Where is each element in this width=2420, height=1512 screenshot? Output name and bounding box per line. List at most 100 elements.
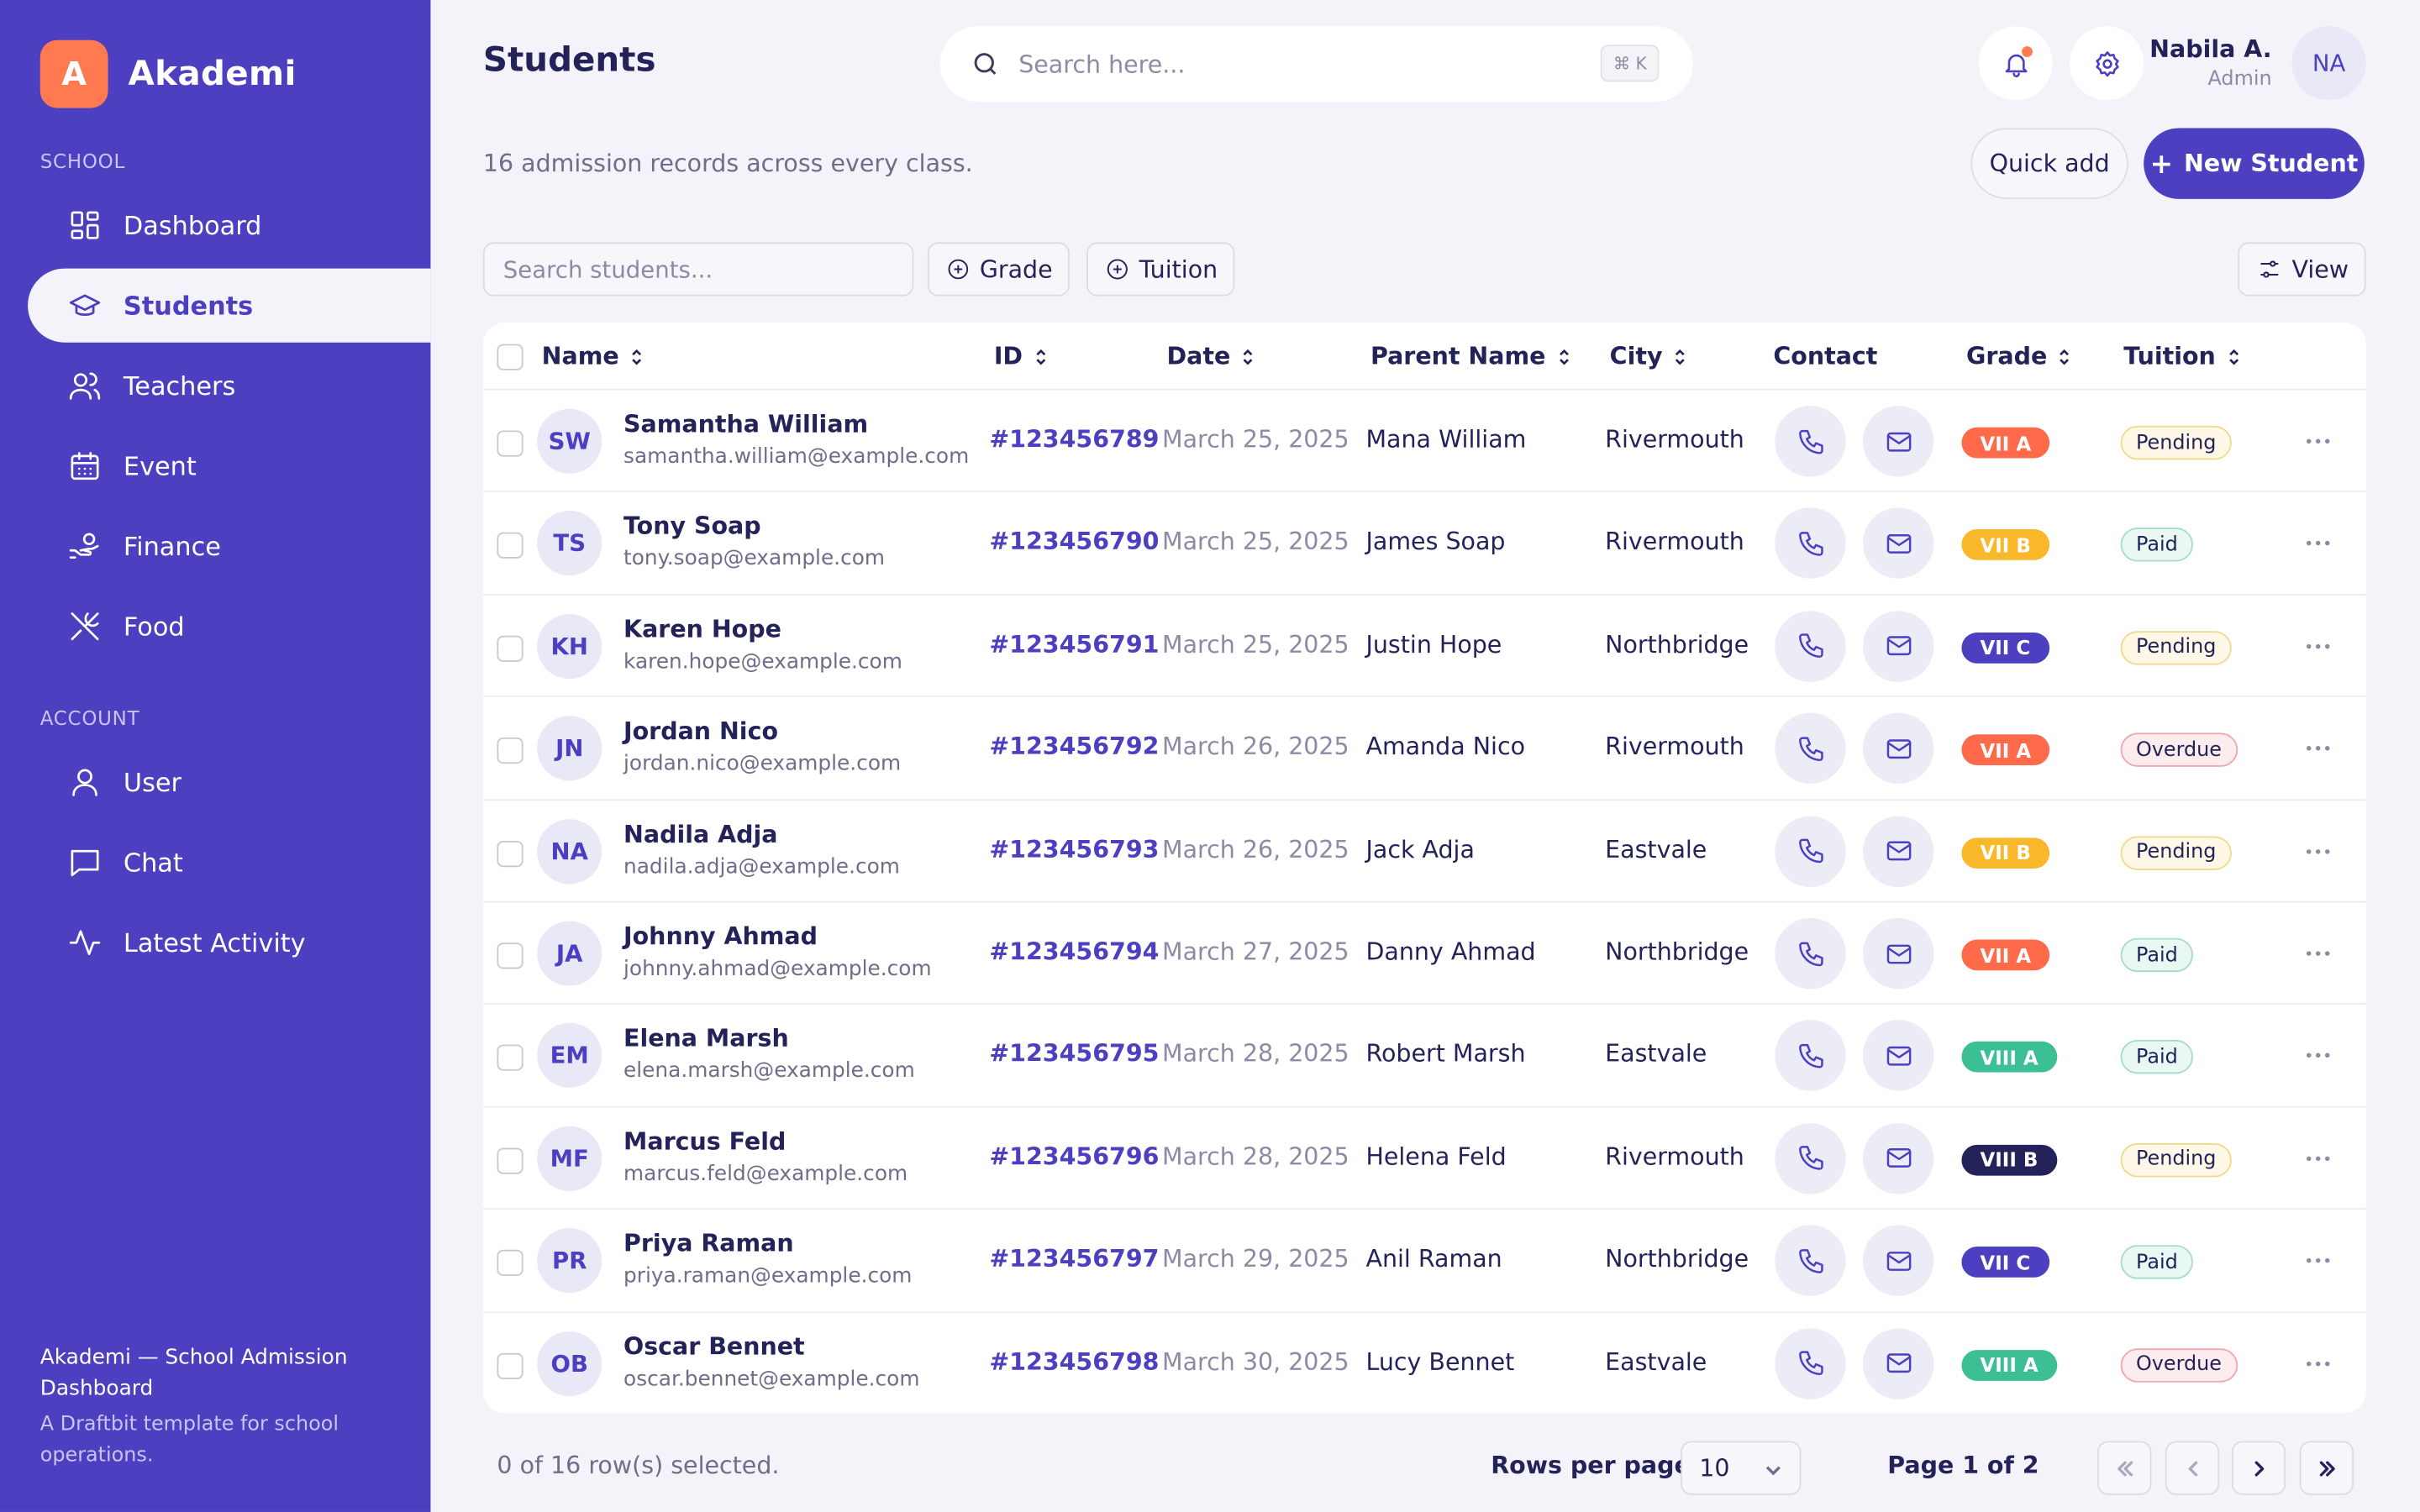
student-name[interactable]: Elena Marsh: [623, 1025, 789, 1053]
table-row[interactable]: MF Marcus Feld marcus.feld@example.com #123…: [482, 1107, 2366, 1210]
call-button[interactable]: [1775, 610, 1846, 682]
call-button[interactable]: [1775, 815, 1846, 887]
row-actions-button[interactable]: [2302, 631, 2335, 662]
notifications-button[interactable]: [1978, 26, 2053, 101]
view-options-button[interactable]: View: [2238, 242, 2366, 297]
sidebar-item-food[interactable]: Food: [28, 590, 430, 664]
sidebar-item-students[interactable]: Students: [28, 268, 431, 343]
brand[interactable]: A Akademi: [39, 39, 297, 108]
previous-page-button[interactable]: [2165, 1441, 2220, 1495]
column-header-grade[interactable]: Grade: [1966, 323, 2075, 391]
student-filter-input[interactable]: [482, 242, 914, 297]
call-button[interactable]: [1775, 917, 1846, 990]
student-name[interactable]: Jordan Nico: [623, 717, 778, 745]
table-row[interactable]: EM Elena Marsh elena.marsh@example.com #123…: [482, 1005, 2366, 1108]
student-name[interactable]: Marcus Feld: [623, 1127, 786, 1155]
call-button[interactable]: [1775, 1327, 1846, 1399]
column-header-date[interactable]: Date: [1167, 323, 1259, 391]
student-id[interactable]: #123456790: [989, 528, 1159, 556]
row-checkbox[interactable]: [497, 1352, 523, 1379]
student-name[interactable]: Priya Raman: [623, 1230, 794, 1257]
first-page-button[interactable]: [2097, 1441, 2152, 1495]
email-button[interactable]: [1862, 1122, 1934, 1194]
row-actions-button[interactable]: [2302, 1246, 2335, 1277]
tuition-filter-button[interactable]: Tuition: [1086, 242, 1235, 297]
student-id[interactable]: #123456793: [989, 836, 1159, 864]
column-header-tuition[interactable]: Tuition: [2123, 323, 2244, 391]
sidebar-item-dashboard[interactable]: Dashboard: [28, 188, 430, 262]
email-button[interactable]: [1862, 1020, 1934, 1092]
call-button[interactable]: [1775, 507, 1846, 580]
new-student-button[interactable]: New Student: [2144, 128, 2365, 199]
table-row[interactable]: OB Oscar Bennet oscar.bennet@example.com #1…: [482, 1312, 2366, 1414]
row-actions-button[interactable]: [2302, 1143, 2335, 1174]
student-id[interactable]: #123456796: [989, 1143, 1159, 1171]
row-checkbox[interactable]: [497, 1045, 523, 1072]
student-name[interactable]: Karen Hope: [623, 615, 781, 643]
next-page-button[interactable]: [2231, 1441, 2286, 1495]
student-id[interactable]: #123456789: [989, 426, 1159, 454]
column-header-id[interactable]: ID: [994, 323, 1050, 391]
email-button[interactable]: [1862, 712, 1934, 785]
row-checkbox[interactable]: [497, 942, 523, 969]
global-search[interactable]: ⌘ K: [939, 26, 1693, 102]
email-button[interactable]: [1862, 610, 1934, 682]
table-row[interactable]: NA Nadila Adja nadila.adja@example.com #123…: [482, 801, 2366, 903]
call-button[interactable]: [1775, 1020, 1846, 1092]
sidebar-item-finance[interactable]: Finance: [28, 509, 430, 583]
call-button[interactable]: [1775, 1225, 1846, 1297]
student-name[interactable]: Johnny Ahmad: [623, 922, 818, 950]
email-button[interactable]: [1862, 1225, 1934, 1297]
call-button[interactable]: [1775, 712, 1846, 785]
table-row[interactable]: TS Tony Soap tony.soap@example.com #1234567…: [482, 493, 2366, 596]
user-avatar[interactable]: NA: [2291, 26, 2366, 101]
last-page-button[interactable]: [2299, 1441, 2354, 1495]
sidebar-item-chat[interactable]: Chat: [28, 826, 430, 900]
email-button[interactable]: [1862, 1327, 1934, 1399]
student-name[interactable]: Tony Soap: [623, 513, 761, 541]
table-row[interactable]: PR Priya Raman priya.raman@example.com #123…: [482, 1210, 2366, 1313]
row-actions-button[interactable]: [2302, 938, 2335, 969]
student-name[interactable]: Nadila Adja: [623, 820, 777, 848]
row-actions-button[interactable]: [2302, 836, 2335, 867]
grade-filter-button[interactable]: Grade: [927, 242, 1070, 297]
email-button[interactable]: [1862, 507, 1934, 580]
student-id[interactable]: #123456791: [989, 631, 1159, 659]
student-id[interactable]: #123456797: [989, 1246, 1159, 1273]
rows-per-page-select[interactable]: 10: [1681, 1441, 1802, 1495]
student-id[interactable]: #123456794: [989, 938, 1159, 966]
student-name[interactable]: Oscar Bennet: [623, 1332, 805, 1360]
table-row[interactable]: SW Samantha William samantha.william@examp…: [482, 391, 2366, 493]
column-header-name[interactable]: Name: [542, 323, 647, 391]
call-button[interactable]: [1775, 1122, 1846, 1194]
email-button[interactable]: [1862, 406, 1934, 477]
row-checkbox[interactable]: [497, 840, 523, 867]
table-row[interactable]: JA Johnny Ahmad johnny.ahmad@example.com #1…: [482, 902, 2366, 1005]
quick-add-button[interactable]: Quick add: [1970, 128, 2128, 199]
table-row[interactable]: KH Karen Hope karen.hope@example.com #12345…: [482, 596, 2366, 698]
row-checkbox[interactable]: [497, 1147, 523, 1174]
table-row[interactable]: JN Jordan Nico jordan.nico@example.com #123…: [482, 698, 2366, 801]
email-button[interactable]: [1862, 815, 1934, 887]
sidebar-item-user[interactable]: User: [28, 745, 430, 819]
sidebar-item-teachers[interactable]: Teachers: [28, 349, 430, 423]
row-actions-button[interactable]: [2302, 426, 2335, 457]
call-button[interactable]: [1775, 406, 1846, 477]
row-actions-button[interactable]: [2302, 528, 2335, 559]
row-actions-button[interactable]: [2302, 1041, 2335, 1072]
row-actions-button[interactable]: [2302, 733, 2335, 764]
row-checkbox[interactable]: [497, 635, 523, 662]
search-input[interactable]: [1018, 50, 1575, 78]
student-id[interactable]: #123456795: [989, 1041, 1159, 1068]
column-header-city[interactable]: City: [1610, 323, 1691, 391]
row-checkbox[interactable]: [497, 533, 523, 559]
row-actions-button[interactable]: [2302, 1348, 2335, 1379]
row-checkbox[interactable]: [497, 430, 523, 457]
student-id[interactable]: #123456798: [989, 1348, 1159, 1376]
select-all-checkbox[interactable]: [497, 344, 523, 370]
row-checkbox[interactable]: [497, 738, 523, 764]
student-id[interactable]: #123456792: [989, 733, 1159, 761]
row-checkbox[interactable]: [497, 1250, 523, 1277]
sidebar-item-event[interactable]: Event: [28, 429, 430, 503]
student-name[interactable]: Samantha William: [623, 411, 868, 438]
